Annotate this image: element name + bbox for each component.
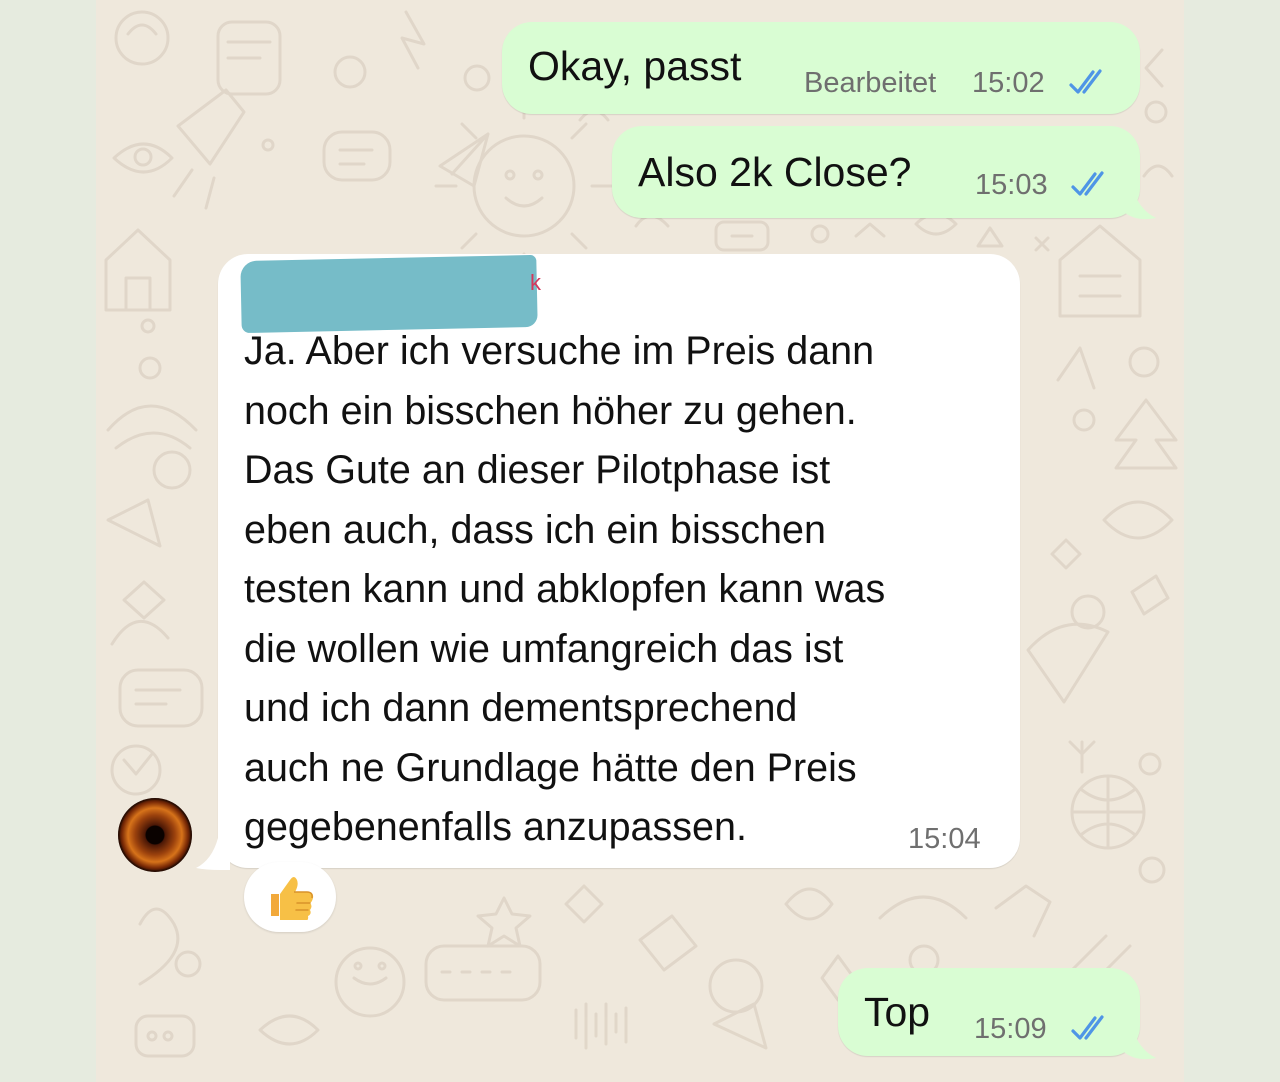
sender-name-remnant: k <box>530 270 541 295</box>
sender-avatar[interactable] <box>118 798 192 872</box>
message-line: Ja. Aber ich versuche im Preis dann <box>244 329 875 373</box>
bubble-tail <box>1124 192 1156 220</box>
message-text: Top <box>864 989 931 1035</box>
reaction-badge[interactable] <box>244 862 336 932</box>
bubble-tail <box>196 838 230 870</box>
outgoing-message-bubble[interactable]: Okay, passt Bearbeitet 15:02 <box>502 22 1140 114</box>
message-text: Also 2k Close? <box>638 149 912 195</box>
bubble-tail <box>1124 1032 1156 1060</box>
message-time: 15:03 <box>975 169 1048 201</box>
message-line: eben auch, dass ich ein bisschen <box>244 507 826 552</box>
message-text: Okay, passt <box>528 43 742 89</box>
message-line: auch ne Grundlage hätte den Preis <box>244 745 857 790</box>
message-line: noch ein bisschen höher zu gehen. <box>244 388 857 433</box>
message-time: 15:04 <box>908 823 981 855</box>
message-time: 15:02 <box>972 67 1045 99</box>
message-line: die wollen wie umfangreich das ist <box>244 626 844 671</box>
message-line: und ich dann dementsprechend <box>244 686 798 730</box>
outgoing-message-bubble[interactable]: Top 15:09 <box>838 968 1140 1056</box>
message-text: Ja. Aber ich versuche im Preis dann noch… <box>244 322 1014 858</box>
thumbs-up-icon <box>271 877 314 920</box>
outgoing-message-bubble[interactable]: Also 2k Close? 15:03 <box>612 126 1140 218</box>
message-line: gegebenenfalls anzupassen. <box>244 805 747 849</box>
double-check-icon <box>1071 171 1104 196</box>
message-line: Das Gute an dieser Pilotphase ist <box>244 448 831 492</box>
message-time: 15:09 <box>974 1013 1047 1045</box>
chat-area[interactable]: Okay, passt Bearbeitet 15:02 Also 2k Clo… <box>96 0 1184 1082</box>
double-check-icon <box>1071 1015 1104 1040</box>
edited-label: Bearbeitet <box>804 67 937 99</box>
double-check-icon <box>1069 69 1102 94</box>
message-line: testen kann und abklopfen kann was <box>244 567 886 611</box>
